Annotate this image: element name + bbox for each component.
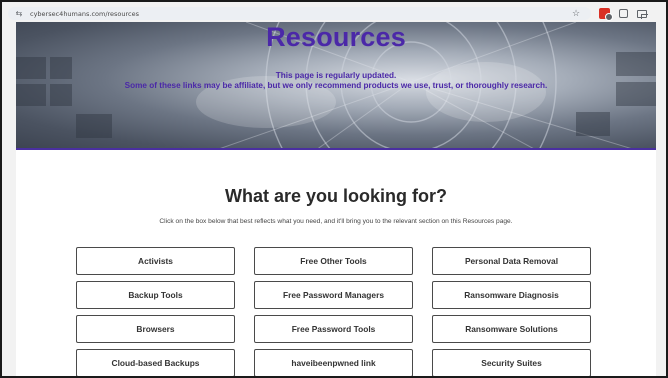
category-button[interactable]: Activists (76, 247, 235, 275)
tab-search-icon[interactable] (637, 9, 648, 19)
puzzle-extensions-icon[interactable] (619, 9, 628, 18)
category-button[interactable]: Free Password Managers (254, 281, 413, 309)
update-notice: This page is regularly updated. (275, 71, 397, 80)
instruction-text: Click on the box below that best reflect… (159, 218, 513, 225)
category-button[interactable]: Backup Tools (76, 281, 235, 309)
category-grid: Activists Free Other Tools Personal Data… (76, 247, 592, 376)
category-button[interactable]: haveibeenpwned link (254, 349, 413, 376)
extension-icons (599, 8, 648, 21)
url-text[interactable]: cybersec4humans.com/resources (30, 10, 139, 18)
browser-toolbar: ⇆ cybersec4humans.com/resources ☆ (8, 6, 662, 21)
category-button[interactable]: Browsers (76, 315, 235, 343)
page-title: Resources (266, 22, 406, 52)
category-button[interactable]: Security Suites (432, 349, 591, 376)
affiliate-disclaimer: Some of these links may be affiliate, bu… (124, 81, 548, 90)
web-page: Resources This page is regularly updated… (16, 22, 656, 376)
category-button[interactable]: Free Password Tools (254, 315, 413, 343)
bookmark-star-icon[interactable]: ☆ (571, 8, 581, 18)
extension-icon[interactable] (599, 8, 613, 21)
category-button[interactable]: Ransomware Solutions (432, 315, 591, 343)
section-heading: What are you looking for? (224, 186, 447, 206)
hero-banner: Resources This page is regularly updated… (16, 22, 656, 150)
site-settings-icon[interactable]: ⇆ (14, 9, 24, 18)
category-button[interactable]: Personal Data Removal (432, 247, 591, 275)
screenshot-frame: ⇆ cybersec4humans.com/resources ☆ Resour… (0, 0, 668, 378)
category-button[interactable]: Free Other Tools (254, 247, 413, 275)
address-bar[interactable]: ⇆ cybersec4humans.com/resources ☆ (8, 7, 591, 20)
hero-divider (16, 148, 656, 150)
category-button[interactable]: Ransomware Diagnosis (432, 281, 591, 309)
category-button[interactable]: Cloud-based Backups (76, 349, 235, 376)
